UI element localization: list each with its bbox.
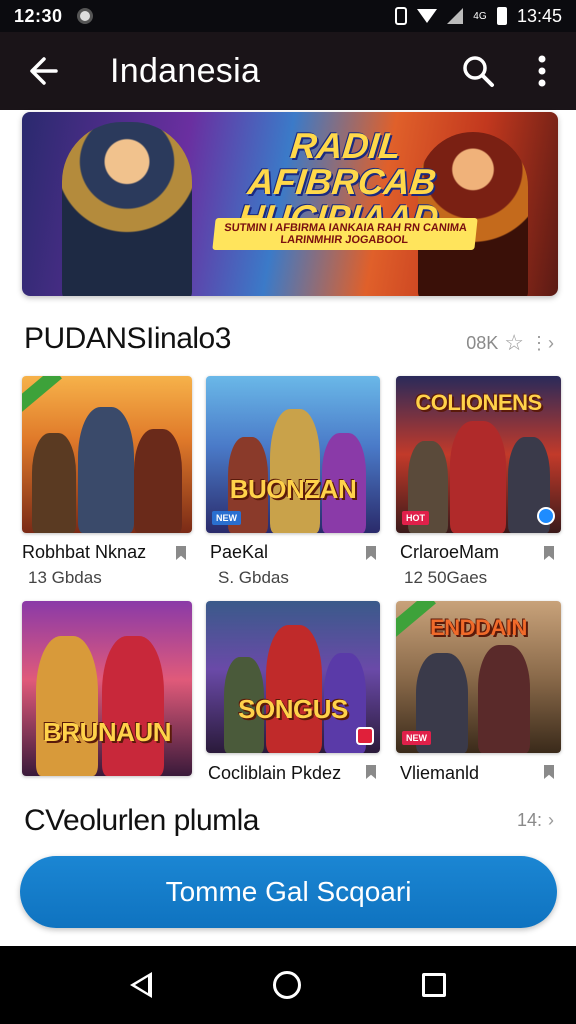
search-icon [463,56,494,87]
featured-banner[interactable]: RADIL AFIBRCAB HUCIPIAAD SUTMIN I AFBIRM… [22,112,558,296]
more-options-button[interactable] [508,32,576,110]
section-meta-1: 08K [466,332,499,353]
search-button[interactable] [448,32,508,110]
card-figure [78,407,134,533]
bookmark-icon[interactable] [176,546,186,560]
primary-action-button[interactable]: Tomme Gal Scqoari [20,856,557,928]
bookmark-icon[interactable] [544,765,554,779]
nav-recents-icon[interactable] [421,973,446,997]
arrow-left-icon [30,57,58,85]
game-name: Vliemanld [400,763,480,783]
signal-icon [446,8,463,24]
platform-badge [537,507,555,525]
card-figure [266,625,322,753]
page-title: Indanesia [110,51,261,90]
card-figure [270,409,320,533]
game-card-image: BUONZAN NEW [206,376,380,533]
card-art-title: BUONZAN [229,474,357,504]
status-time: 12:30 [14,5,63,26]
back-button[interactable] [0,32,88,110]
card-figure [32,433,76,533]
platform-badge [356,727,374,745]
section-title-1: PUDANSIinalo3 [24,322,231,355]
banner-subtitle: SUTMIN I AFBIRMA IANKAIA RAH RN CANIMA L… [212,218,478,250]
card-figure [102,636,164,776]
game-size: 13 Gbdas [28,568,102,587]
section-title-2: CVeolurlen plumla [24,804,259,837]
card-art-title: BRUNAUN [43,717,171,747]
card-art-title: SONGUS [238,694,348,724]
network-type: 4G [473,10,487,22]
chevron-right-icon: ⋮› [530,332,554,353]
nav-back-icon[interactable] [130,972,153,998]
card-tag: NEW [212,511,241,525]
battery-icon [496,7,507,25]
notification-icon [76,8,93,24]
banner-hero-left [62,122,192,296]
card-figure [36,636,98,776]
game-name: CrlaroeMam [400,542,500,562]
card-art-title: COLIONENS [415,390,542,415]
section-meta-2: 14: [516,810,542,830]
wifi-icon [416,9,437,23]
game-card-image: BRUNAUN [22,601,192,776]
bookmark-icon[interactable] [366,765,376,779]
bookmark-icon[interactable] [366,546,376,560]
vibrate-icon [394,7,407,25]
card-figure [478,645,530,753]
star-icon: ☆ [504,330,524,355]
card-figure [450,421,506,533]
section-more-1[interactable]: 08K ☆ ⋮› [466,330,554,356]
nav-home-icon[interactable] [272,971,301,999]
game-card-image: COLIONENS HOT [396,376,561,533]
section-more-2[interactable]: 14: › [517,810,554,831]
status-clock: 13:45 [516,5,562,26]
bookmark-icon[interactable] [544,546,554,560]
more-vertical-icon [538,55,546,87]
card-tag: NEW [402,731,431,745]
app-bar: Indanesia [0,32,576,110]
game-size: S. Gbdas [218,568,289,587]
card-art-title: ENDDAIN [430,615,527,640]
game-name: Cocliblain Pkdez [208,763,342,783]
game-name: PaeKal [210,542,269,562]
status-icons: 4G 13:45 [394,5,562,27]
game-card-image: SONGUS [206,601,380,753]
card-figure [134,429,182,533]
chevron-right-icon: › [548,810,554,830]
game-card-image: ENDDAIN NEW [396,601,561,753]
game-card-image [22,376,192,533]
status-bar: 12:30 4G 13:45 [0,0,576,32]
system-nav-bar [0,946,576,1024]
game-name: Robhbat Nknaz [22,542,147,562]
banner-title-line1: RADIL AFIBRCAB [245,125,439,202]
game-size: 12 50Gaes [404,568,488,587]
card-tag: HOT [402,511,429,525]
